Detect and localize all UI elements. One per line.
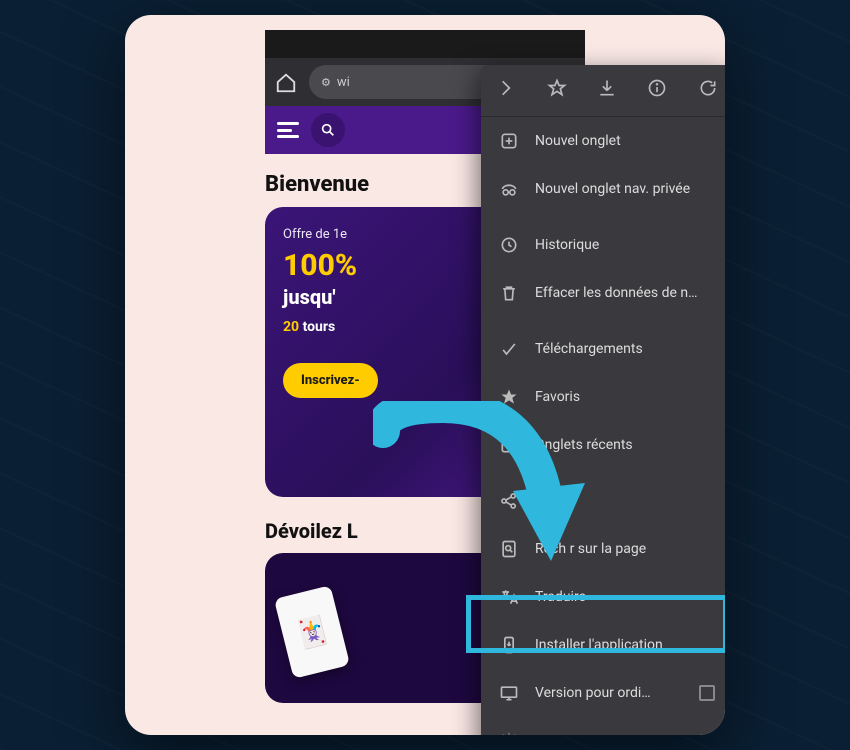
gear-icon <box>499 731 519 735</box>
menu-clear-data[interactable]: Effacer les données de n… <box>481 269 725 317</box>
incognito-icon <box>499 179 519 199</box>
status-bar <box>265 30 585 58</box>
menu-label: Version pour ordi… <box>535 685 651 701</box>
tabs-icon <box>499 435 519 455</box>
menu-label: Onglets récents <box>535 437 633 453</box>
menu-settings[interactable] <box>481 717 725 735</box>
refresh-icon[interactable] <box>688 78 725 103</box>
menu-label: Nouvel onglet nav. privée <box>535 181 690 197</box>
history-icon <box>499 235 519 255</box>
menu-toolbar <box>481 65 725 117</box>
browser-menu: Nouvel onglet Nouvel onglet nav. privée … <box>481 65 725 735</box>
menu-new-private-tab[interactable]: Nouvel onglet nav. privée <box>481 165 725 213</box>
menu-label: Effacer les données de n… <box>535 285 697 301</box>
spins-number: 20 <box>283 319 299 335</box>
url-text: wi <box>337 75 350 90</box>
install-icon <box>499 635 519 655</box>
signup-button[interactable]: Inscrivez- <box>283 363 378 398</box>
menu-downloads[interactable]: Téléchargements <box>481 325 725 373</box>
menu-new-tab[interactable]: Nouvel onglet <box>481 117 725 165</box>
menu-share[interactable]: Pa <box>481 477 725 525</box>
menu-label: Favoris <box>535 389 580 405</box>
menu-label: Téléchargements <box>535 341 643 357</box>
star-filled-icon <box>499 387 519 407</box>
translate-icon <box>499 587 519 607</box>
spins-text: tours <box>303 319 336 335</box>
home-icon[interactable] <box>275 72 297 92</box>
playing-card-icon: 🃏 <box>274 585 350 679</box>
star-icon[interactable] <box>537 78 577 103</box>
forward-icon[interactable] <box>486 78 526 103</box>
menu-find-in-page[interactable]: Rech r sur la page <box>481 525 725 573</box>
instruction-card: ⚙ wi Bienvenue Offre de 1e 100% jusqu' 2… <box>125 15 725 735</box>
desktop-icon <box>499 683 519 703</box>
search-button[interactable] <box>311 113 345 147</box>
menu-desktop-site[interactable]: Version pour ordi… <box>481 669 725 717</box>
menu-translate[interactable]: Traduire <box>481 573 725 621</box>
site-settings-icon: ⚙ <box>321 76 331 89</box>
menu-label: Traduire <box>535 589 586 605</box>
download-icon[interactable] <box>587 78 627 103</box>
checkbox-icon[interactable] <box>699 685 715 701</box>
menu-label: Historique <box>535 237 599 253</box>
trash-icon <box>499 283 519 303</box>
check-icon <box>499 339 519 359</box>
menu-history[interactable]: Historique <box>481 221 725 269</box>
menu-label: Rech r sur la page <box>535 541 646 557</box>
menu-recent-tabs[interactable]: Onglets récents <box>481 421 725 469</box>
info-icon[interactable] <box>637 78 677 103</box>
plus-square-icon <box>499 131 519 151</box>
menu-label: Installer l'application <box>535 637 663 653</box>
hamburger-icon[interactable] <box>277 122 299 138</box>
share-icon <box>499 491 519 511</box>
menu-bookmarks[interactable]: Favoris <box>481 373 725 421</box>
find-icon <box>499 539 519 559</box>
menu-label: Pa <box>535 493 551 509</box>
menu-install-app[interactable]: Installer l'application <box>481 621 725 669</box>
menu-label: Nouvel onglet <box>535 133 621 149</box>
